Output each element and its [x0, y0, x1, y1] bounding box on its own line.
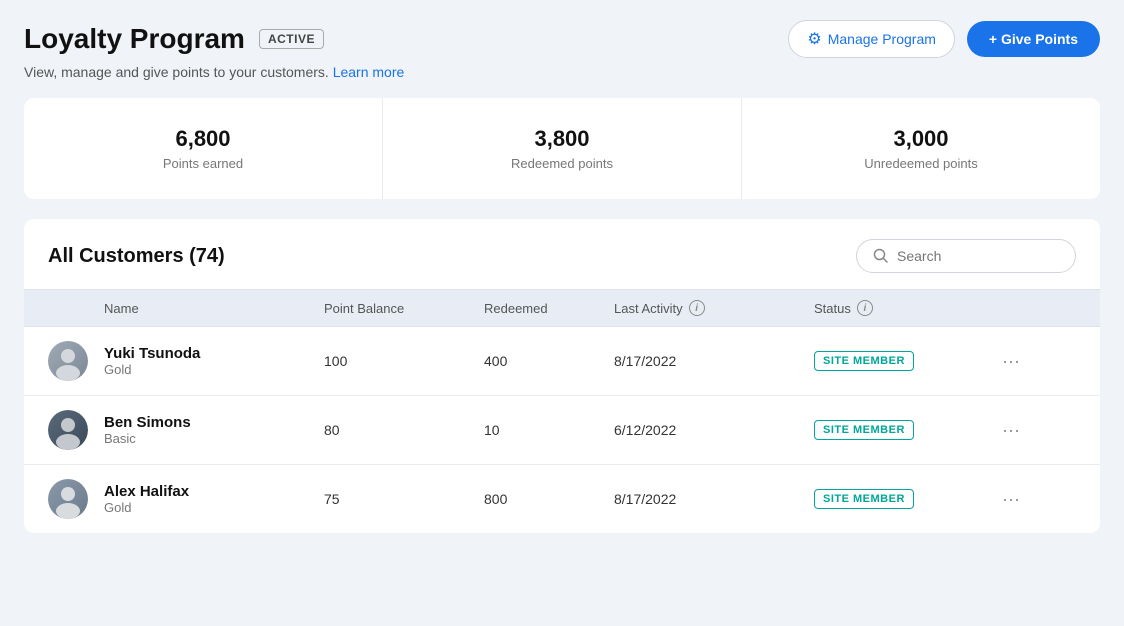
header-left: Loyalty Program ACTIVE: [24, 23, 324, 55]
last-activity-cell: 8/17/2022: [614, 491, 814, 507]
col-status: Status i: [814, 300, 994, 316]
search-input[interactable]: [897, 248, 1059, 264]
actions-cell: ···: [994, 416, 1044, 445]
col-last-activity: Last Activity i: [614, 300, 814, 316]
avatar: [48, 341, 88, 381]
stats-card: 6,800 Points earned 3,800 Redeemed point…: [24, 98, 1100, 199]
more-options-button[interactable]: ···: [994, 485, 1028, 514]
more-options-button[interactable]: ···: [994, 416, 1028, 445]
page-container: Loyalty Program ACTIVE ⚙ Manage Program …: [0, 0, 1124, 626]
search-icon: [873, 248, 889, 264]
point-balance-cell: 100: [324, 353, 484, 369]
status-cell: SITE MEMBER: [814, 420, 994, 440]
table-header: Name Point Balance Redeemed Last Activit…: [24, 289, 1100, 327]
page-subtitle: View, manage and give points to your cus…: [24, 64, 1100, 80]
customers-title: All Customers (74): [48, 245, 225, 268]
customer-info: Yuki Tsunoda Gold: [104, 345, 324, 377]
status-badge: SITE MEMBER: [814, 351, 914, 371]
customer-name: Yuki Tsunoda: [104, 345, 324, 362]
give-points-button[interactable]: + Give Points: [967, 21, 1100, 57]
actions-cell: ···: [994, 485, 1044, 514]
redeemed-cell: 10: [484, 422, 614, 438]
status-cell: SITE MEMBER: [814, 489, 994, 509]
page-title: Loyalty Program: [24, 23, 245, 55]
points-earned-label: Points earned: [44, 156, 362, 171]
col-redeemed: Redeemed: [484, 301, 614, 316]
last-activity-info-icon[interactable]: i: [689, 300, 705, 316]
stat-redeemed-points: 3,800 Redeemed points: [383, 98, 742, 199]
gear-icon: ⚙: [807, 29, 821, 49]
stat-points-earned: 6,800 Points earned: [24, 98, 383, 199]
customer-tier: Basic: [104, 431, 324, 446]
last-activity-cell: 6/12/2022: [614, 422, 814, 438]
avatar-image: [48, 410, 88, 450]
stat-unredeemed-points: 3,000 Unredeemed points: [742, 98, 1100, 199]
avatar-silhouette: [48, 410, 88, 450]
redeemed-points-value: 3,800: [403, 126, 721, 152]
avatar-silhouette: [48, 341, 88, 381]
avatar-silhouette: [48, 479, 88, 519]
last-activity-cell: 8/17/2022: [614, 353, 814, 369]
page-header: Loyalty Program ACTIVE ⚙ Manage Program …: [24, 20, 1100, 58]
search-box[interactable]: [856, 239, 1076, 273]
customer-info: Ben Simons Basic: [104, 414, 324, 446]
customers-card: All Customers (74) Name Point Balance Re…: [24, 219, 1100, 533]
table-row: Yuki Tsunoda Gold 100 400 8/17/2022 SITE…: [24, 327, 1100, 396]
status-badge: SITE MEMBER: [814, 420, 914, 440]
avatar-image: [48, 341, 88, 381]
avatar: [48, 479, 88, 519]
unredeemed-points-label: Unredeemed points: [762, 156, 1080, 171]
table-row: Alex Halifax Gold 75 800 8/17/2022 SITE …: [24, 465, 1100, 533]
customers-header: All Customers (74): [24, 219, 1100, 289]
points-earned-value: 6,800: [44, 126, 362, 152]
learn-more-link[interactable]: Learn more: [333, 64, 405, 80]
redeemed-points-label: Redeemed points: [403, 156, 721, 171]
redeemed-cell: 800: [484, 491, 614, 507]
customer-tier: Gold: [104, 362, 324, 377]
avatar-image: [48, 479, 88, 519]
more-options-button[interactable]: ···: [994, 347, 1028, 376]
active-status-badge: ACTIVE: [259, 29, 324, 49]
customer-name: Alex Halifax: [104, 483, 324, 500]
point-balance-cell: 75: [324, 491, 484, 507]
table-row: Ben Simons Basic 80 10 6/12/2022 SITE ME…: [24, 396, 1100, 465]
manage-program-button[interactable]: ⚙ Manage Program: [788, 20, 955, 58]
col-name: Name: [104, 301, 324, 316]
redeemed-cell: 400: [484, 353, 614, 369]
status-info-icon[interactable]: i: [857, 300, 873, 316]
customer-tier: Gold: [104, 500, 324, 515]
col-point-balance: Point Balance: [324, 301, 484, 316]
point-balance-cell: 80: [324, 422, 484, 438]
customer-name: Ben Simons: [104, 414, 324, 431]
avatar: [48, 410, 88, 450]
unredeemed-points-value: 3,000: [762, 126, 1080, 152]
status-cell: SITE MEMBER: [814, 351, 994, 371]
customer-info: Alex Halifax Gold: [104, 483, 324, 515]
status-badge: SITE MEMBER: [814, 489, 914, 509]
actions-cell: ···: [994, 347, 1044, 376]
header-actions: ⚙ Manage Program + Give Points: [788, 20, 1100, 58]
